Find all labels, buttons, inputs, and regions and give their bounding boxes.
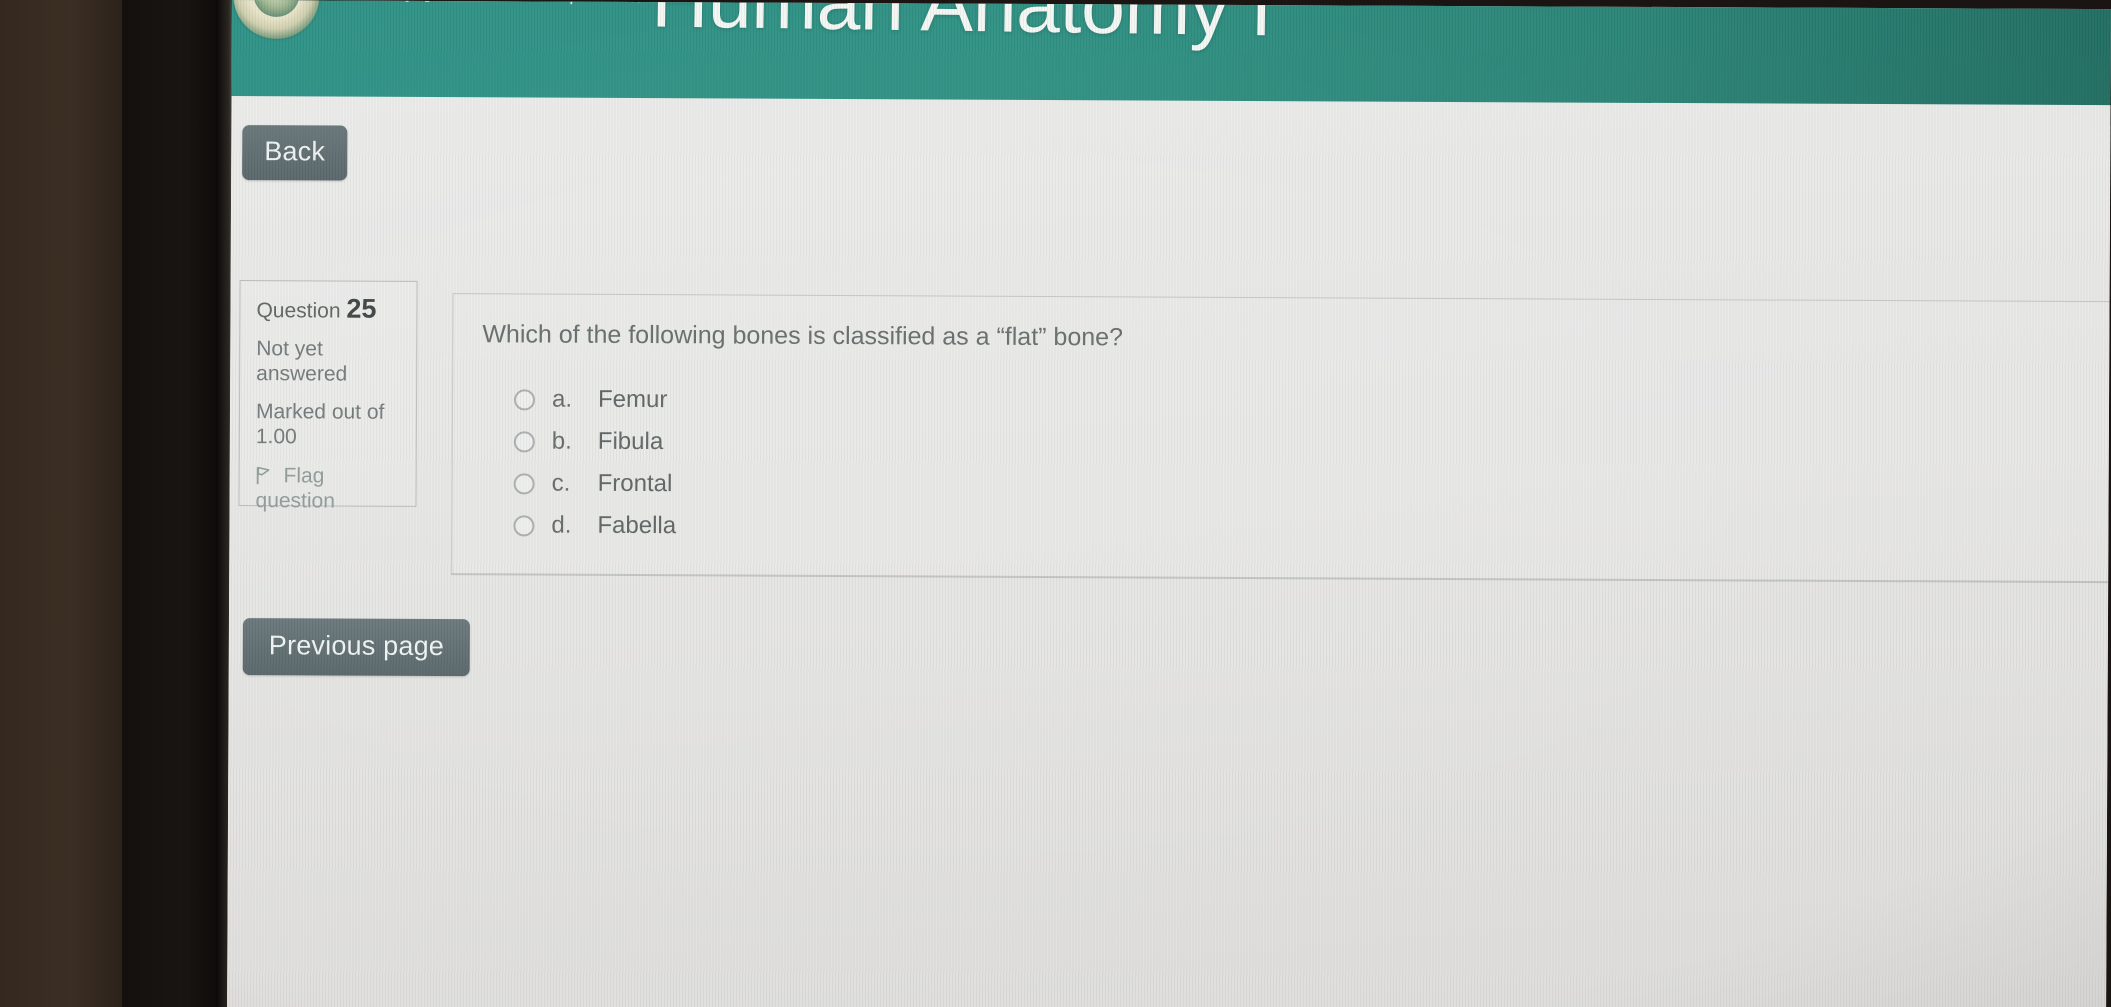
radio-button[interactable] [514, 388, 536, 410]
question-number-label: Question [256, 299, 341, 323]
answer-label: Fabella [597, 511, 677, 540]
answer-label: Frontal [597, 469, 673, 498]
flag-icon [256, 466, 272, 485]
university-crest-icon [232, 0, 321, 40]
answer-options: a. Femur b. Fibula c. Frontal d. Fabella [481, 378, 2109, 554]
back-button[interactable]: Back [242, 125, 348, 181]
question-state: Not yet answered [256, 337, 348, 386]
page-title: Human Anatomy I [650, 0, 1273, 53]
question-number-value: 25 [346, 293, 377, 324]
brand-tagline: "Developing The Next Generation of Innov… [339, 0, 669, 8]
question-number: Question 25 [256, 293, 400, 325]
question-marks: Marked out of 1.00 [255, 400, 385, 449]
answer-option[interactable]: d. Fabella [513, 504, 2108, 554]
question-info-box: Question 25 Not yet answered Marked out … [238, 280, 418, 513]
page-body: Back Question 25 Not yet answered Marked… [227, 95, 2111, 1007]
previous-page-button[interactable]: Previous page [242, 618, 471, 677]
answer-letter: a. [551, 385, 573, 413]
monitor-bezel-inner [122, 0, 222, 1007]
flag-question-link[interactable]: Flag question [255, 463, 399, 514]
radio-button[interactable] [513, 430, 535, 452]
question-text: Which of the following bones is classifi… [482, 320, 1124, 352]
question-row: Question 25 Not yet answered Marked out … [229, 280, 2110, 584]
radio-button[interactable] [513, 472, 535, 494]
answer-label: Femur [597, 385, 668, 414]
screen-photograph: UNIVERSITY COLLEGE "Developing The Next … [0, 0, 2111, 1007]
answer-label: Fibula [597, 427, 664, 456]
monitor-bezel-outer [0, 0, 128, 1007]
answer-letter: c. [551, 469, 571, 497]
answer-letter: d. [551, 511, 572, 539]
question-card: Which of the following bones is classifi… [451, 293, 2110, 584]
radio-button[interactable] [513, 514, 535, 536]
screen-content: UNIVERSITY COLLEGE "Developing The Next … [227, 0, 2111, 1007]
answer-letter: b. [551, 427, 572, 455]
brand-block: UNIVERSITY COLLEGE "Developing The Next … [339, 0, 670, 8]
